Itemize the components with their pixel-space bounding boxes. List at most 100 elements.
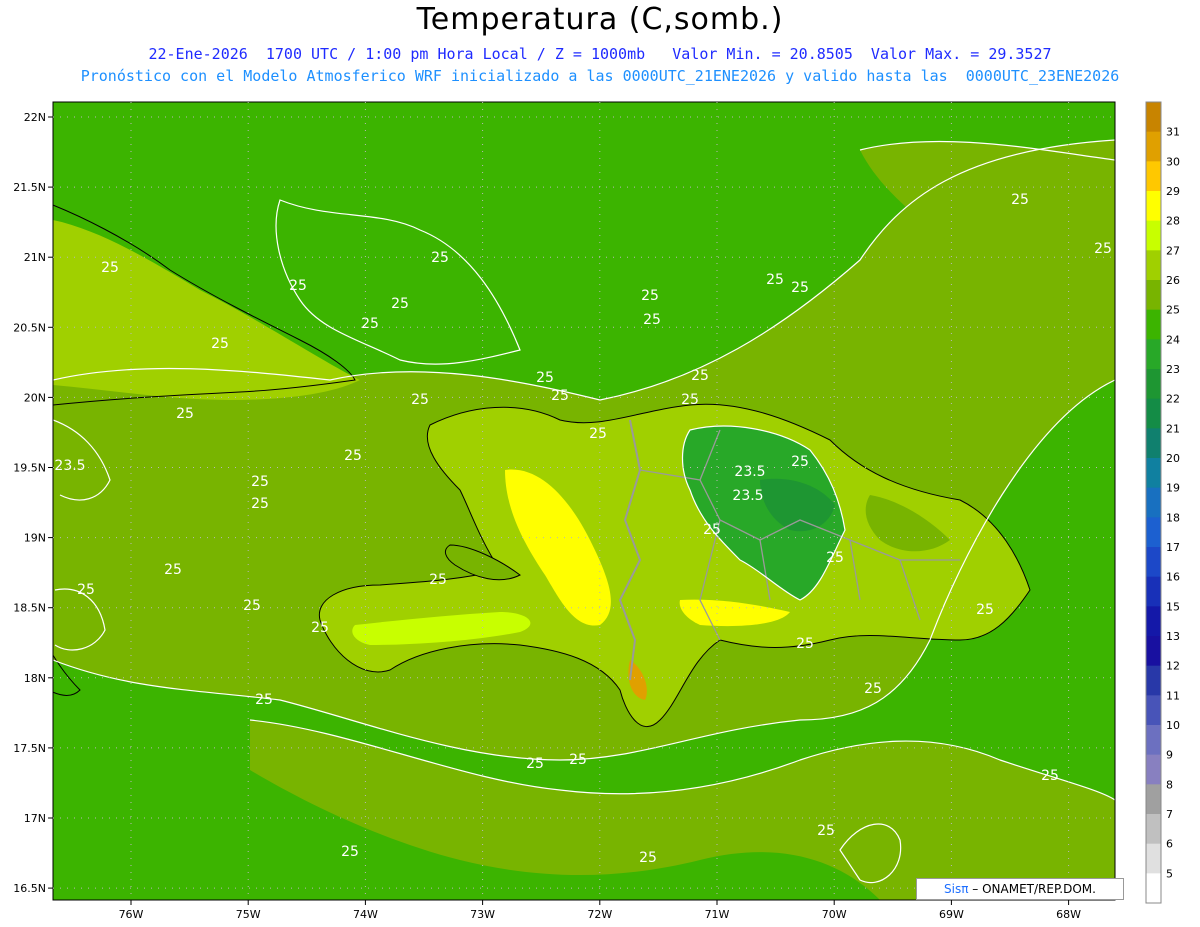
contour-label: 25 <box>361 316 379 332</box>
contour-label: 25 <box>255 692 273 708</box>
chart-title: Temperatura (C,somb.) <box>416 2 784 37</box>
contour-label: 23.5 <box>732 488 763 504</box>
lon-tick-label: 73W <box>470 908 495 921</box>
colorbar-label: 28 <box>1166 215 1180 228</box>
colorbar-label: 25 <box>1166 304 1180 317</box>
colorbar-swatch <box>1146 695 1161 726</box>
colorbar-label: 7 <box>1166 808 1173 821</box>
colorbar-label: 26 <box>1166 274 1180 287</box>
contour-label: 23.5 <box>54 458 85 474</box>
temperature-field: 25 25 25 25 25 25 25 25 25 25 25 25 23.5 25 25 25 25 25 25… <box>53 102 1115 900</box>
contour-label: 25 <box>703 522 721 538</box>
colorbar-swatch <box>1146 398 1161 429</box>
colorbar-label: 12 <box>1166 660 1180 673</box>
colorbar-label: 24 <box>1166 333 1180 346</box>
colorbar-swatch <box>1146 280 1161 311</box>
contour-label: 25 <box>589 426 607 442</box>
contour-label: 25 <box>864 681 882 697</box>
colorbar-label: 11 <box>1166 689 1180 702</box>
contour-label: 25 <box>411 392 429 408</box>
contour-label: 25 <box>311 620 329 636</box>
contour-label: 25 <box>551 388 569 404</box>
credit-box: Sisπ – ONAMET/REP.DOM. <box>916 878 1124 900</box>
contour-label: 25 <box>826 550 844 566</box>
contour-label: 25 <box>341 844 359 860</box>
lat-tick-label: 19N <box>24 532 46 545</box>
colorbar-label: 18 <box>1166 511 1180 524</box>
lon-tick-label: 74W <box>353 908 378 921</box>
colorbar-swatch <box>1146 873 1161 904</box>
lat-tick-label: 18.5N <box>13 602 46 615</box>
colorbar-label: 19 <box>1166 482 1180 495</box>
lat-tick-label: 18N <box>24 672 46 685</box>
colorbar-label: 23 <box>1166 363 1180 376</box>
colorbar-label: 20 <box>1166 452 1180 465</box>
contour-label: 23.5 <box>734 464 765 480</box>
contour-label: 25 <box>289 278 307 294</box>
lat-tick-label: 17N <box>24 812 46 825</box>
colorbar-label: 30 <box>1166 155 1180 168</box>
lon-tick-label: 69W <box>939 908 964 921</box>
lon-tick-label: 76W <box>119 908 144 921</box>
lat-tick-label: 20N <box>24 391 46 404</box>
colorbar-swatch <box>1146 131 1161 162</box>
contour-label: 25 <box>643 312 661 328</box>
colorbar-swatch <box>1146 309 1161 340</box>
lat-tick-label: 21N <box>24 251 46 264</box>
contour-label: 25 <box>77 582 95 598</box>
colorbar-swatch <box>1146 161 1161 192</box>
contour-label: 25 <box>1041 768 1059 784</box>
credit-text: – ONAMET/REP.DOM. <box>968 882 1096 896</box>
colorbar-label: 31 <box>1166 126 1180 139</box>
colorbar-swatch <box>1146 636 1161 667</box>
colorbar: 31 30 29 28 27 26 25 24 23 22 21 20 19 18 17 16 15 13 12 11… <box>1145 101 1180 904</box>
colorbar-swatch <box>1146 814 1161 845</box>
contour-label: 25 <box>796 636 814 652</box>
contour-label: 25 <box>211 336 229 352</box>
colorbar-label: 22 <box>1166 393 1180 406</box>
lon-tick-label: 68W <box>1056 908 1081 921</box>
colorbar-swatch <box>1146 576 1161 607</box>
contour-label: 25 <box>536 370 554 386</box>
lon-tick-label: 70W <box>822 908 847 921</box>
lat-tick-label: 20.5N <box>13 321 46 334</box>
colorbar-label: 15 <box>1166 600 1180 613</box>
colorbar-swatch <box>1146 754 1161 785</box>
colorbar-swatch <box>1146 606 1161 637</box>
subtitle-line2: Pronóstico con el Modelo Atmosferico WRF… <box>80 67 1120 85</box>
colorbar-label: 10 <box>1166 719 1180 732</box>
lat-tick-label: 17.5N <box>13 742 46 755</box>
colorbar-label: 27 <box>1166 244 1180 257</box>
contour-label: 25 <box>526 756 544 772</box>
lon-tick-label: 72W <box>587 908 612 921</box>
colorbar-swatch <box>1146 428 1161 459</box>
colorbar-swatch <box>1146 487 1161 518</box>
colorbar-label: 29 <box>1166 185 1180 198</box>
contour-label: 25 <box>391 296 409 312</box>
colorbar-label: 13 <box>1166 630 1180 643</box>
lat-tick-label: 22N <box>24 111 46 124</box>
contour-label: 25 <box>791 454 809 470</box>
colorbar-swatch <box>1146 220 1161 251</box>
contour-label: 25 <box>691 368 709 384</box>
contour-label: 25 <box>251 496 269 512</box>
colorbar-label: 8 <box>1166 778 1173 791</box>
contour-label: 25 <box>766 272 784 288</box>
lat-tick-label: 21.5N <box>13 181 46 194</box>
contour-label: 25 <box>681 392 699 408</box>
colorbar-swatch <box>1146 547 1161 578</box>
colorbar-swatch <box>1146 339 1161 370</box>
contour-label: 25 <box>817 823 835 839</box>
colorbar-label: 6 <box>1166 838 1173 851</box>
colorbar-swatch <box>1146 250 1161 281</box>
contour-label: 25 <box>429 572 447 588</box>
colorbar-label: 9 <box>1166 749 1173 762</box>
colorbar-swatch <box>1146 843 1161 874</box>
colorbar-swatch <box>1146 725 1161 756</box>
colorbar-swatch <box>1146 369 1161 400</box>
contour-label: 25 <box>569 752 587 768</box>
contour-label: 25 <box>164 562 182 578</box>
contour-label: 25 <box>1094 241 1112 257</box>
colorbar-swatch <box>1146 102 1161 133</box>
contour-label: 25 <box>791 280 809 296</box>
